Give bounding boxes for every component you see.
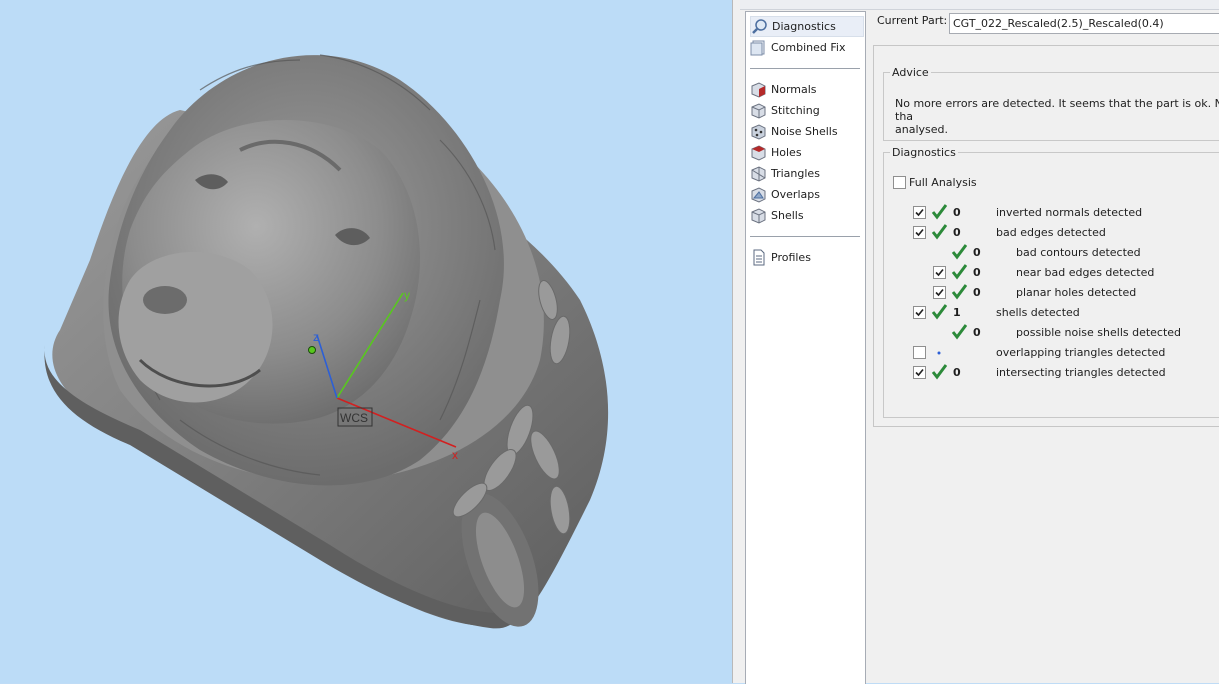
row-label: bad contours detected xyxy=(1016,246,1141,259)
wcs-label: WCS xyxy=(340,411,368,425)
nav-item-normals[interactable]: Normals xyxy=(750,80,862,99)
combined-fix-icon xyxy=(750,39,767,56)
tool-navigation: Diagnostics Combined Fix Normals Stitchi… xyxy=(745,11,866,684)
nav-item-profiles[interactable]: Profiles xyxy=(750,248,862,267)
ok-checkmark-icon xyxy=(951,324,967,340)
row-count: 1 xyxy=(953,306,961,319)
nav-item-label: Profiles xyxy=(771,251,811,264)
row-count: 0 xyxy=(953,366,961,379)
row-label: overlapping triangles detected xyxy=(996,346,1166,359)
row-count: 0 xyxy=(953,226,961,239)
nav-item-holes[interactable]: Holes xyxy=(750,143,862,162)
nav-item-overlaps[interactable]: Overlaps xyxy=(750,185,862,204)
nav-divider xyxy=(750,236,860,237)
advice-text: No more errors are detected. It seems th… xyxy=(895,97,1219,136)
row-checkbox[interactable] xyxy=(913,346,926,359)
magnifier-icon xyxy=(751,18,768,35)
row-count: 0 xyxy=(953,206,961,219)
nav-divider xyxy=(750,68,860,69)
noise-shells-icon xyxy=(750,123,767,140)
row-label: shells detected xyxy=(996,306,1080,319)
nav-item-label: Holes xyxy=(771,146,802,159)
diagnostic-row: 0 bad contours detected xyxy=(884,244,1219,260)
shells-cube-icon xyxy=(750,207,767,224)
ok-checkmark-icon xyxy=(951,244,967,260)
y-axis-label: y xyxy=(404,288,410,302)
row-checkbox[interactable] xyxy=(913,366,926,379)
row-label: possible noise shells detected xyxy=(1016,326,1182,339)
row-count: 0 xyxy=(973,266,981,279)
row-checkbox[interactable] xyxy=(933,266,946,279)
ok-checkmark-icon xyxy=(931,364,947,380)
full-analysis-label: Full Analysis xyxy=(909,176,977,189)
diagnostics-content: Current Part: CGT_022_Rescaled(2.5)_Resc… xyxy=(868,11,1219,683)
ok-checkmark-icon xyxy=(951,284,967,300)
document-icon xyxy=(750,249,767,266)
ring-model-render: x y z WCS xyxy=(44,54,609,629)
nav-item-label: Overlaps xyxy=(771,188,820,201)
row-checkbox[interactable] xyxy=(913,206,926,219)
nav-item-triangles[interactable]: Triangles xyxy=(750,164,862,183)
row-count: 0 xyxy=(973,326,981,339)
nav-item-label: Triangles xyxy=(771,167,820,180)
nav-item-noise-shells[interactable]: Noise Shells xyxy=(750,122,862,141)
diagnostic-row: overlapping triangles detected xyxy=(884,344,1219,360)
row-label: near bad edges detected xyxy=(1016,266,1155,279)
diagnostic-row: 0 bad edges detected xyxy=(884,224,1219,240)
nav-item-label: Combined Fix xyxy=(771,41,846,54)
current-part-label: Current Part: xyxy=(877,14,948,27)
diagnostics-group: Diagnostics Full Analysis 0 inverted nor… xyxy=(883,146,1219,418)
triangles-cube-icon xyxy=(750,165,767,182)
stitching-cube-icon xyxy=(750,102,767,119)
nav-item-shells[interactable]: Shells xyxy=(750,206,862,225)
row-label: inverted normals detected xyxy=(996,206,1143,219)
holes-cube-icon xyxy=(750,144,767,161)
diagnostic-row: 0 inverted normals detected xyxy=(884,204,1219,220)
nav-item-combined-fix[interactable]: Combined Fix xyxy=(750,38,862,57)
row-count: 0 xyxy=(973,246,981,259)
3d-viewport[interactable]: x y z WCS xyxy=(0,0,732,683)
x-axis-label: x xyxy=(452,448,458,462)
advice-text-line: analysed. xyxy=(895,123,948,136)
ok-checkmark-icon xyxy=(931,304,947,320)
row-label: planar holes detected xyxy=(1016,286,1137,299)
row-label: bad edges detected xyxy=(996,226,1106,239)
diagnostic-row: 1 shells detected xyxy=(884,304,1219,320)
ok-checkmark-icon xyxy=(931,224,947,240)
advice-legend: Advice xyxy=(892,66,929,79)
panel-top-bar xyxy=(740,0,1219,10)
full-analysis-checkbox[interactable] xyxy=(893,176,906,189)
nav-item-label: Diagnostics xyxy=(772,20,836,33)
normals-cube-icon xyxy=(750,81,767,98)
overlaps-cube-icon xyxy=(750,186,767,203)
diagnostic-row: 0 possible noise shells detected xyxy=(884,324,1219,340)
nav-item-label: Noise Shells xyxy=(771,125,838,138)
row-checkbox[interactable] xyxy=(933,286,946,299)
row-label: intersecting triangles detected xyxy=(996,366,1166,379)
current-part-field[interactable]: CGT_022_Rescaled(2.5)_Rescaled(0.4) xyxy=(949,13,1219,34)
diagnostic-row: 0 planar holes detected xyxy=(884,284,1219,300)
row-checkbox[interactable] xyxy=(913,306,926,319)
nav-item-label: Shells xyxy=(771,209,804,222)
row-checkbox[interactable] xyxy=(913,226,926,239)
repair-panel: Diagnostics Combined Fix Normals Stitchi… xyxy=(740,0,1219,684)
nav-item-stitching[interactable]: Stitching xyxy=(750,101,862,120)
nav-item-label: Normals xyxy=(771,83,817,96)
row-count: 0 xyxy=(973,286,981,299)
diagnostics-legend: Diagnostics xyxy=(892,146,956,159)
nav-item-label: Stitching xyxy=(771,104,820,117)
diagnostic-row: 0 intersecting triangles detected xyxy=(884,364,1219,380)
advice-group: Advice No more errors are detected. It s… xyxy=(883,66,1219,141)
nav-item-diagnostics[interactable]: Diagnostics xyxy=(750,16,864,37)
pending-dot-icon xyxy=(937,351,941,355)
ok-checkmark-icon xyxy=(931,204,947,220)
ok-checkmark-icon xyxy=(951,264,967,280)
advice-text-line: No more errors are detected. It seems th… xyxy=(895,97,1219,123)
z-axis-label: z xyxy=(313,330,319,344)
diagnostic-row: 0 near bad edges detected xyxy=(884,264,1219,280)
